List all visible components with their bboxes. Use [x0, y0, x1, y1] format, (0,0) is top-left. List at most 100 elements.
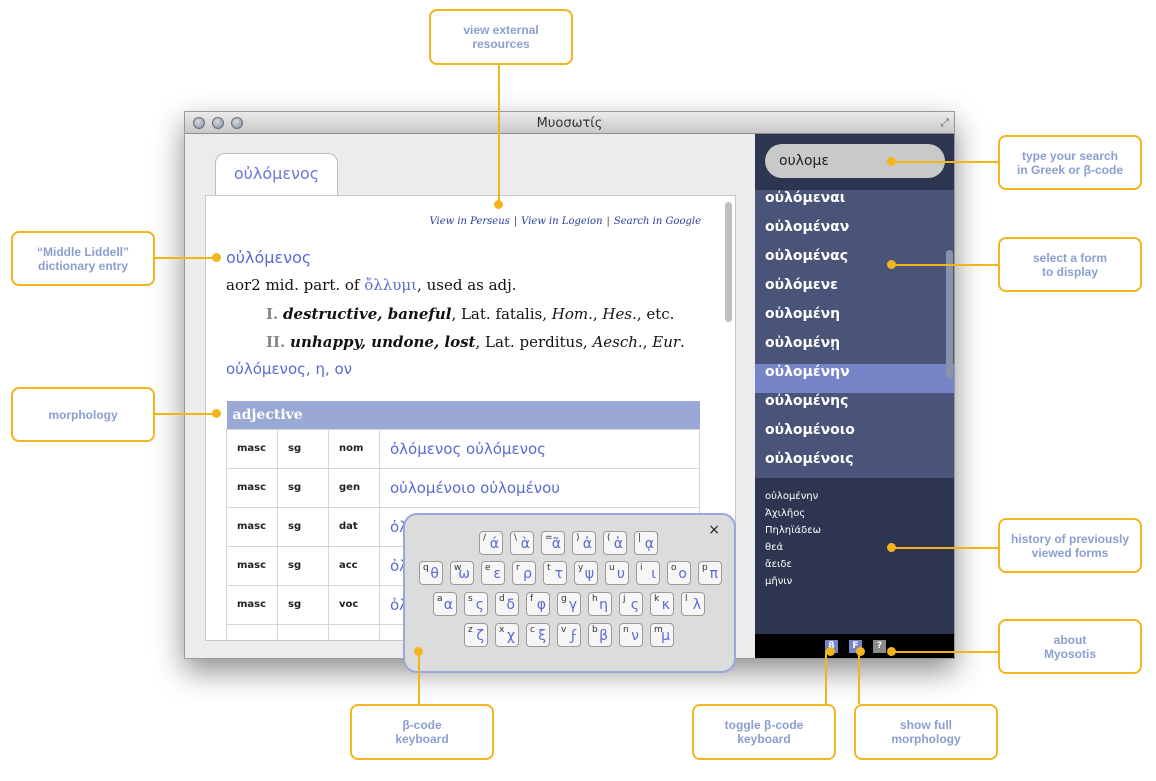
keyboard-key[interactable]: (ἁ — [603, 531, 627, 555]
search-in-google-link[interactable]: Search in Google — [614, 216, 701, 227]
keyboard-key[interactable]: pπ — [698, 561, 722, 585]
callout-dot — [887, 647, 896, 656]
keyboard-key[interactable]: aα — [433, 592, 457, 616]
list-item[interactable]: οὐλομένης — [755, 393, 954, 422]
forms-scrollbar[interactable] — [946, 250, 953, 378]
history-item[interactable]: μῆνιν — [765, 573, 946, 590]
keyboard-key[interactable]: / ά — [479, 531, 503, 555]
keyboard-key[interactable]: qθ — [419, 561, 443, 585]
key-greek-char: ς — [475, 597, 484, 613]
list-item[interactable]: οὐλομένῃ — [755, 335, 954, 364]
callout-beta-keyboard: β-code keyboard — [350, 704, 494, 760]
keyboard-key[interactable]: oο — [667, 561, 691, 585]
gender-cell: masc — [226, 428, 278, 469]
history-item[interactable]: ἄειδε — [765, 556, 946, 573]
keyboard-key[interactable]: sς — [464, 592, 488, 616]
callout-external-resources: view external resources — [429, 9, 573, 65]
key-beta-char: v — [561, 625, 567, 635]
key-beta-char: d — [499, 594, 505, 604]
key-greek-char: φ — [536, 597, 546, 613]
keyboard-key[interactable]: wω — [450, 561, 474, 585]
tab-entry[interactable]: οὐλόμενος — [215, 153, 338, 195]
keyboard-key[interactable]: kκ — [650, 592, 674, 616]
keyboard-key[interactable]: rρ — [512, 561, 536, 585]
keyboard-key[interactable]: gγ — [557, 592, 581, 616]
history-item[interactable]: Ἀχιλῆος — [765, 505, 946, 522]
list-item[interactable]: οὐλόμενε — [755, 277, 954, 306]
gender-cell: masc — [226, 467, 278, 508]
definition-reference-link[interactable]: ὄλλυμι — [364, 276, 417, 294]
keyboard-key[interactable]: uυ — [605, 561, 629, 585]
entry-headword: οὐλόμενος — [226, 248, 312, 267]
keyboard-key[interactable]: iι — [636, 561, 660, 585]
keyboard-key[interactable]: cξ — [526, 623, 550, 647]
window-title: Μυοσωτίς — [536, 116, 603, 131]
author-ref: Hes. — [602, 305, 637, 323]
table-row: masc sg nom ὀλόμενος οὐλόμενος — [226, 428, 700, 469]
list-item-selected[interactable]: οὐλομένην — [755, 364, 954, 393]
keyboard-key[interactable]: = ᾶ — [541, 531, 565, 555]
key-beta-char: p — [702, 563, 708, 573]
keyboard-key[interactable]: dδ — [495, 592, 519, 616]
keyboard-key[interactable]: bβ — [588, 623, 612, 647]
about-button[interactable]: ? — [873, 640, 886, 653]
key-greek-char: π — [709, 566, 718, 582]
callout-line — [892, 651, 998, 653]
callout-dot — [212, 409, 221, 418]
callout-dot — [494, 200, 503, 209]
keyboard-key[interactable]: fφ — [526, 592, 550, 616]
keyboard-key[interactable]: tτ — [543, 561, 567, 585]
fullscreen-icon[interactable]: ⤢ — [940, 116, 949, 130]
view-in-logeion-link[interactable]: View in Logeion — [521, 216, 602, 227]
entry-scrollbar[interactable] — [725, 202, 732, 322]
keyboard-key[interactable]: xχ — [495, 623, 519, 647]
list-item[interactable]: οὐλομένας — [755, 248, 954, 277]
list-item[interactable]: οὐλόμεναι — [755, 190, 954, 219]
key-greek-char: ά — [489, 536, 499, 552]
keyboard-key[interactable]: mμ — [650, 623, 674, 647]
key-beta-char: ) — [576, 533, 580, 543]
history-item[interactable]: Πηληϊάδεω — [765, 522, 946, 539]
view-in-perseus-link[interactable]: View in Perseus — [429, 216, 509, 227]
definition-line: aor2 mid. part. of ὄλλυμι, used as adj. — [226, 276, 517, 294]
callout-line — [498, 65, 500, 202]
keyboard-key[interactable]: eε — [481, 561, 505, 585]
sense-number: II. — [266, 333, 286, 351]
key-beta-char: s — [468, 594, 473, 604]
callout-dot — [887, 543, 896, 552]
keyboard-key[interactable]: vϝ — [557, 623, 581, 647]
history-item[interactable]: οὐλομένην — [765, 488, 946, 505]
keyboard-key[interactable]: ) ἀ — [572, 531, 596, 555]
number-cell: sg — [277, 545, 329, 586]
key-beta-char: k — [654, 594, 660, 604]
forms-cell[interactable]: οὐλομένοιο οὐλομένου — [379, 467, 700, 508]
callout-line — [892, 264, 998, 266]
callout-dot — [856, 647, 865, 656]
list-item[interactable]: οὐλομένη — [755, 306, 954, 335]
number-cell: sg — [277, 584, 329, 625]
key-beta-char: o — [671, 563, 677, 573]
callout-history: history of previously viewed forms — [998, 518, 1142, 573]
callout-select-form: select a form to display — [998, 237, 1142, 292]
list-item[interactable]: οὐλομένοιο — [755, 422, 954, 451]
number-cell: sg — [277, 467, 329, 508]
key-greek-char: υ — [616, 566, 625, 582]
list-item[interactable]: οὐλομένοις — [755, 451, 954, 478]
keyboard-key[interactable]: zζ — [464, 623, 488, 647]
key-greek-char: ς — [630, 597, 639, 613]
key-greek-char: ᾳ — [644, 536, 654, 552]
keyboard-key[interactable]: yψ — [574, 561, 598, 585]
keyboard-key[interactable]: hη — [588, 592, 612, 616]
callout-line — [892, 547, 998, 549]
close-icon[interactable]: × — [708, 522, 720, 538]
keyboard-key[interactable]: | ᾳ — [634, 531, 658, 555]
keyboard-key[interactable]: \ ὰ — [510, 531, 534, 555]
key-greek-char: ἀ — [582, 536, 592, 552]
bottom-bar: β F ? — [755, 634, 954, 658]
forms-cell[interactable]: ὀλόμενος οὐλόμενος — [379, 428, 700, 469]
case-cell: dat — [328, 506, 380, 547]
keyboard-key[interactable]: nν — [619, 623, 643, 647]
keyboard-key[interactable]: jς — [619, 592, 643, 616]
keyboard-key[interactable]: lλ — [681, 592, 705, 616]
list-item[interactable]: οὐλομέναν — [755, 219, 954, 248]
